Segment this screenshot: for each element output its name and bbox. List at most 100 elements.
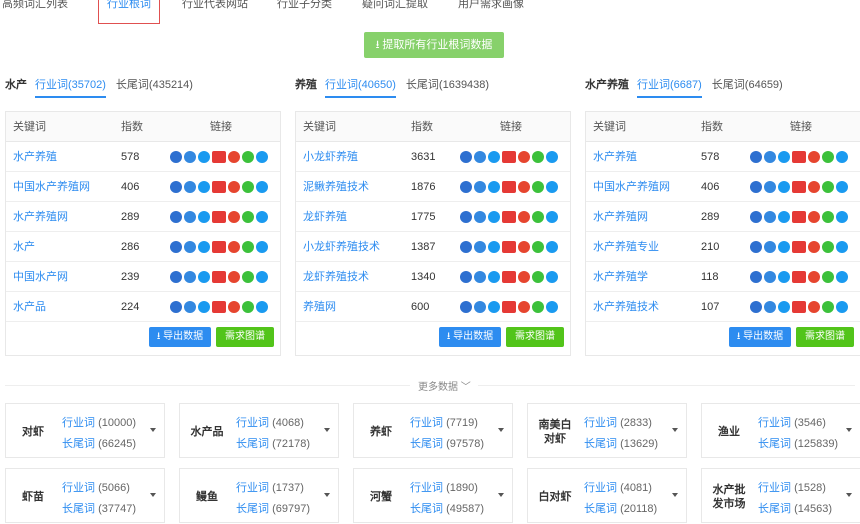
keyword-link[interactable]: 水产养殖网 [13, 202, 68, 232]
keyword-link[interactable]: 龙虾养殖 [303, 202, 347, 232]
shenma-icon[interactable] [502, 151, 516, 163]
industry-words-link[interactable]: 行业词 (2833) [584, 414, 652, 430]
sogou-icon[interactable] [198, 271, 210, 283]
wechat-icon[interactable] [242, 211, 254, 223]
zhihu-icon[interactable] [256, 301, 268, 313]
industry-words-link[interactable]: 行业词 (1528) [758, 479, 826, 495]
sogou-icon[interactable] [778, 271, 790, 283]
industry-words-link[interactable]: 行业词 (1737) [236, 479, 304, 495]
360-icon[interactable] [184, 271, 196, 283]
baidu-icon[interactable] [750, 211, 762, 223]
wechat-icon[interactable] [242, 151, 254, 163]
sogou-icon[interactable] [198, 301, 210, 313]
wechat-icon[interactable] [532, 181, 544, 193]
360-icon[interactable] [184, 211, 196, 223]
category-card[interactable]: 南美白对虾 行业词 (2833) 长尾词 (13629) [527, 403, 687, 458]
zhihu-icon[interactable] [836, 241, 848, 253]
weibo-icon[interactable] [228, 241, 240, 253]
industry-words-link[interactable]: 行业词 (3546) [758, 414, 826, 430]
zhihu-icon[interactable] [256, 151, 268, 163]
wechat-icon[interactable] [242, 241, 254, 253]
360-icon[interactable] [474, 301, 486, 313]
shenma-icon[interactable] [502, 271, 516, 283]
category-card[interactable]: 对虾 行业词 (10000) 长尾词 (66245) [5, 403, 165, 458]
weibo-icon[interactable] [228, 181, 240, 193]
category-card[interactable]: 水产批发市场 行业词 (1528) 长尾词 (14563) [701, 468, 860, 523]
baidu-icon[interactable] [460, 301, 472, 313]
shenma-icon[interactable] [792, 271, 806, 283]
caret-down-icon[interactable] [324, 493, 330, 497]
wechat-icon[interactable] [242, 301, 254, 313]
export-data-button[interactable]: ⭳ 导出数据 [439, 327, 501, 347]
baidu-icon[interactable] [170, 301, 182, 313]
wechat-icon[interactable] [822, 271, 834, 283]
longtail-words-tab[interactable]: 长尾词(1639438) [406, 79, 489, 91]
keyword-link[interactable]: 水产养殖 [593, 142, 637, 172]
360-icon[interactable] [184, 241, 196, 253]
keyword-link[interactable]: 泥鳅养殖技术 [303, 172, 369, 202]
zhihu-icon[interactable] [836, 301, 848, 313]
360-icon[interactable] [764, 271, 776, 283]
tab-question-words[interactable]: 疑问词汇提取 [362, 0, 428, 22]
zhihu-icon[interactable] [836, 151, 848, 163]
360-icon[interactable] [474, 181, 486, 193]
weibo-icon[interactable] [808, 151, 820, 163]
industry-words-link[interactable]: 行业词 (10000) [62, 414, 136, 430]
sogou-icon[interactable] [778, 301, 790, 313]
weibo-icon[interactable] [808, 211, 820, 223]
wechat-icon[interactable] [532, 271, 544, 283]
shenma-icon[interactable] [502, 181, 516, 193]
weibo-icon[interactable] [228, 211, 240, 223]
shenma-icon[interactable] [792, 211, 806, 223]
weibo-icon[interactable] [228, 151, 240, 163]
longtail-words-link[interactable]: 长尾词 (69797) [236, 500, 310, 516]
keyword-link[interactable]: 龙虾养殖技术 [303, 262, 369, 292]
industry-words-tab[interactable]: 行业词(35702) [35, 79, 106, 98]
industry-words-link[interactable]: 行业词 (7719) [410, 414, 478, 430]
zhihu-icon[interactable] [256, 211, 268, 223]
wechat-icon[interactable] [532, 211, 544, 223]
weibo-icon[interactable] [518, 241, 530, 253]
shenma-icon[interactable] [502, 241, 516, 253]
longtail-words-link[interactable]: 长尾词 (66245) [62, 435, 136, 451]
longtail-words-link[interactable]: 长尾词 (97578) [410, 435, 484, 451]
sogou-icon[interactable] [488, 301, 500, 313]
longtail-words-link[interactable]: 长尾词 (72178) [236, 435, 310, 451]
baidu-icon[interactable] [750, 181, 762, 193]
sogou-icon[interactable] [488, 151, 500, 163]
baidu-icon[interactable] [750, 241, 762, 253]
industry-words-link[interactable]: 行业词 (4068) [236, 414, 304, 430]
shenma-icon[interactable] [792, 301, 806, 313]
keyword-link[interactable]: 水产 [13, 232, 35, 262]
shenma-icon[interactable] [792, 181, 806, 193]
tab-industry-subcat[interactable]: 行业子分类 [277, 0, 332, 22]
keyword-link[interactable]: 水产养殖技术 [593, 292, 659, 322]
tab-user-profile[interactable]: 用户需求画像 [458, 0, 524, 22]
caret-down-icon[interactable] [150, 493, 156, 497]
caret-down-icon[interactable] [672, 428, 678, 432]
keyword-link[interactable]: 水产养殖专业 [593, 232, 659, 262]
caret-down-icon[interactable] [846, 493, 852, 497]
category-card[interactable]: 虾苗 行业词 (5066) 长尾词 (37747) [5, 468, 165, 523]
wechat-icon[interactable] [532, 301, 544, 313]
shenma-icon[interactable] [212, 241, 226, 253]
baidu-icon[interactable] [170, 211, 182, 223]
industry-words-link[interactable]: 行业词 (1890) [410, 479, 478, 495]
wechat-icon[interactable] [532, 241, 544, 253]
sogou-icon[interactable] [198, 211, 210, 223]
keyword-link[interactable]: 中国水产网 [13, 262, 68, 292]
360-icon[interactable] [474, 241, 486, 253]
baidu-icon[interactable] [170, 151, 182, 163]
industry-words-link[interactable]: 行业词 (5066) [62, 479, 130, 495]
360-icon[interactable] [184, 181, 196, 193]
zhihu-icon[interactable] [546, 241, 558, 253]
360-icon[interactable] [764, 301, 776, 313]
keyword-link[interactable]: 中国水产养殖网 [13, 172, 90, 202]
industry-words-tab[interactable]: 行业词(40650) [325, 79, 396, 98]
weibo-icon[interactable] [228, 301, 240, 313]
industry-words-tab[interactable]: 行业词(6687) [637, 79, 702, 98]
category-card[interactable]: 渔业 行业词 (3546) 长尾词 (125839) [701, 403, 860, 458]
sogou-icon[interactable] [198, 241, 210, 253]
shenma-icon[interactable] [212, 301, 226, 313]
zhihu-icon[interactable] [836, 271, 848, 283]
